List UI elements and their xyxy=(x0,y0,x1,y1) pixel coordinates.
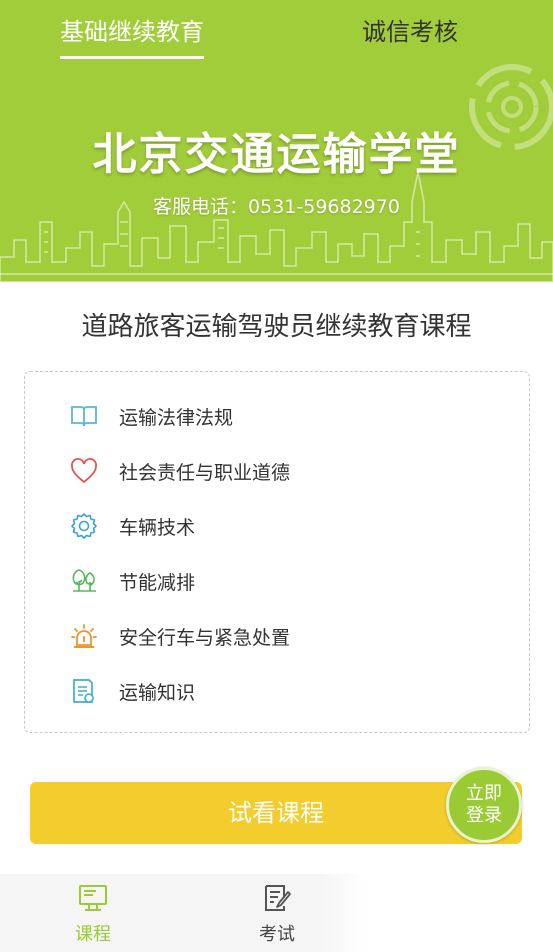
edit-document-icon xyxy=(265,885,291,911)
module-label: 安全行车与紧急处置 xyxy=(119,626,291,649)
course-module-list: 运输法律法规 社会责任与职业道德 车辆技术 节能减排 安全行车与紧急处置 运输知… xyxy=(24,371,530,733)
module-label: 节能减排 xyxy=(119,571,196,594)
module-item-transport-knowledge[interactable]: 运输知识 xyxy=(69,673,489,709)
nav-item-course[interactable]: 课程 xyxy=(48,882,138,946)
monitor-icon xyxy=(79,885,107,911)
gear-icon xyxy=(69,511,99,541)
login-button-line1: 立即 xyxy=(466,783,502,804)
login-button-line2: 登录 xyxy=(466,805,502,826)
book-icon xyxy=(69,401,99,431)
module-label: 车辆技术 xyxy=(119,516,196,539)
document-icon xyxy=(69,676,99,706)
module-item-safe-driving[interactable]: 安全行车与紧急处置 xyxy=(69,618,489,654)
module-label: 运输法律法规 xyxy=(119,406,234,429)
module-label: 社会责任与职业道德 xyxy=(119,461,291,484)
nav-item-exam[interactable]: 考试 xyxy=(232,882,322,946)
tab-basic-education[interactable]: 基础继续教育 xyxy=(60,14,204,59)
header-banner: 基础继续教育 诚信考核 北京交通运输学堂 客服电话：0531-59682970 xyxy=(0,0,553,282)
module-item-transport-law[interactable]: 运输法律法规 xyxy=(69,398,489,434)
module-item-social-responsibility[interactable]: 社会责任与职业道德 xyxy=(69,453,489,489)
nav-label-course: 课程 xyxy=(75,924,111,945)
bottom-navigation-bar: 课程 考试 xyxy=(0,874,553,952)
login-now-button[interactable]: 立即 登录 xyxy=(446,767,522,843)
alarm-light-icon xyxy=(69,621,99,651)
module-label: 运输知识 xyxy=(119,681,196,704)
tab-integrity-assessment[interactable]: 诚信考核 xyxy=(362,14,458,50)
city-skyline-graphic xyxy=(0,171,553,282)
heart-icon xyxy=(69,456,99,486)
course-title: 道路旅客运输驾驶员继续教育课程 xyxy=(81,312,472,342)
module-item-energy-saving[interactable]: 节能减排 xyxy=(69,563,489,599)
tree-icon xyxy=(69,566,99,596)
nav-label-exam: 考试 xyxy=(259,924,295,945)
module-item-vehicle-technology[interactable]: 车辆技术 xyxy=(69,508,489,544)
